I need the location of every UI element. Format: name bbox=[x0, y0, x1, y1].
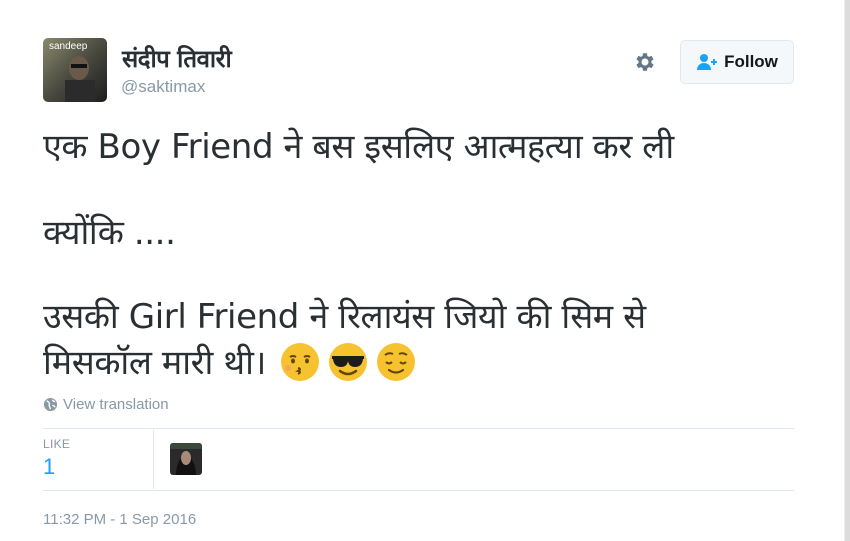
more-options-button[interactable] bbox=[631, 49, 659, 75]
smiling-face-with-sunglasses-icon bbox=[328, 342, 367, 381]
stats-separator bbox=[153, 430, 154, 489]
tweet-card: sandeep संदीप तिवारी @saktimax Follow एक… bbox=[0, 0, 840, 541]
kissing-face-icon bbox=[280, 342, 319, 381]
emoji-row bbox=[280, 342, 416, 382]
likes-count[interactable]: 1 bbox=[43, 454, 55, 480]
gear-icon bbox=[636, 53, 654, 71]
tweet-text-line-4: मिसकॉल मारी थी। bbox=[43, 343, 266, 383]
view-translation-link[interactable]: View translation bbox=[43, 396, 169, 413]
window-edge bbox=[845, 0, 850, 541]
globe-icon bbox=[43, 397, 58, 412]
avatar-watermark: sandeep bbox=[49, 41, 88, 52]
add-user-icon bbox=[697, 54, 718, 70]
follow-label: Follow bbox=[724, 52, 778, 71]
relieved-face-icon bbox=[376, 342, 415, 381]
username[interactable]: @saktimax bbox=[121, 77, 205, 97]
divider bbox=[43, 428, 794, 429]
tweet-text-line-3: उसकी Girl Friend ने रिलायंस जियो की सिम … bbox=[43, 297, 646, 337]
timestamp[interactable]: 11:32 PM - 1 Sep 2016 bbox=[43, 511, 196, 528]
divider bbox=[43, 490, 794, 491]
tweet-text-line-1: एक Boy Friend ने बस इसलिए आत्महत्या कर ल… bbox=[43, 127, 674, 167]
follow-button[interactable]: Follow bbox=[680, 40, 794, 84]
tweet-text-line-2: क्योंकि .... bbox=[43, 213, 176, 253]
likes-label: LIKE bbox=[43, 437, 71, 451]
view-translation-label: View translation bbox=[63, 396, 169, 413]
tweet-text-line-4-container: मिसकॉल मारी थी। bbox=[43, 338, 416, 385]
avatar[interactable]: sandeep bbox=[43, 38, 107, 102]
liker-photo bbox=[170, 443, 202, 475]
liker-avatar[interactable] bbox=[170, 443, 202, 475]
display-name[interactable]: संदीप तिवारी bbox=[122, 42, 232, 75]
